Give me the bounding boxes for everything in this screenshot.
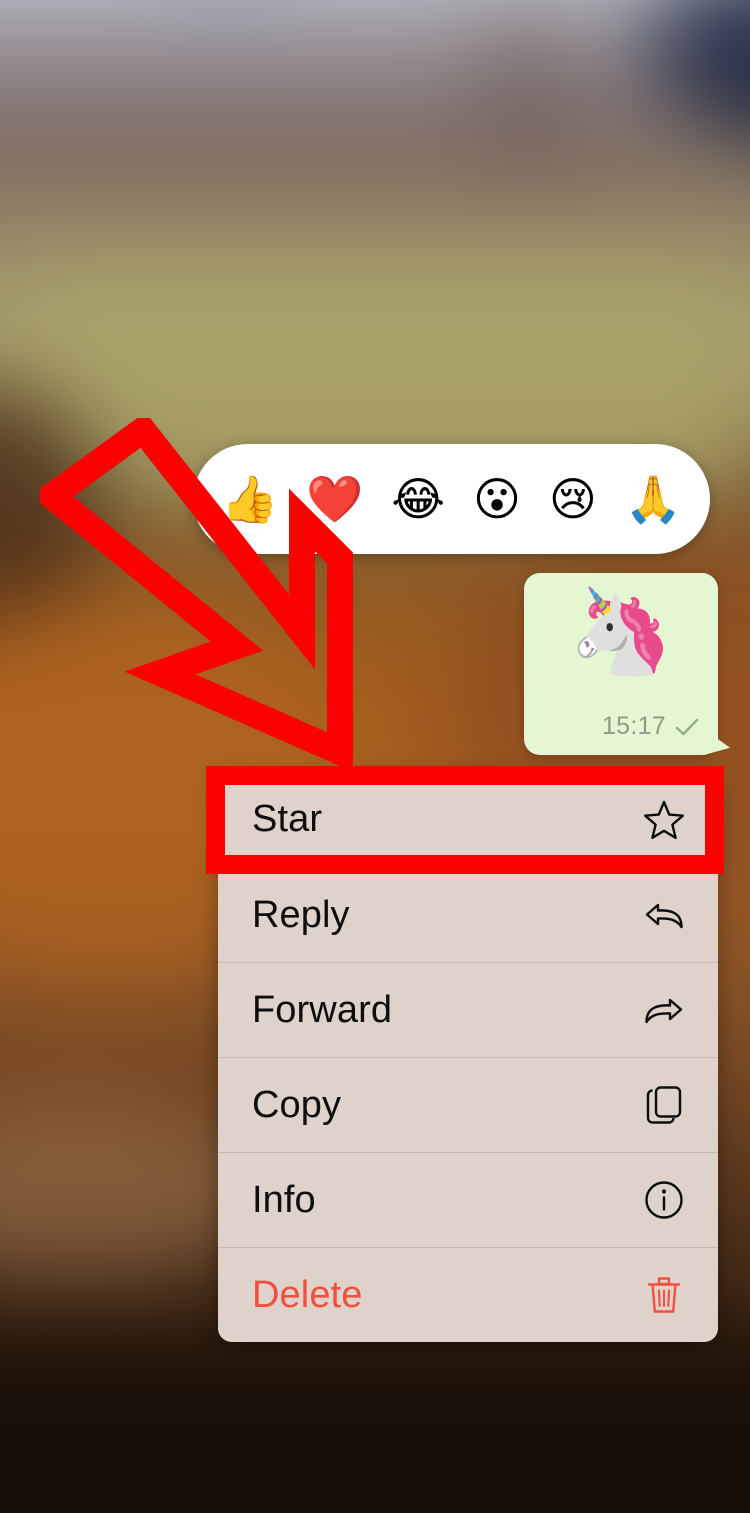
crying-reaction[interactable]: 😢	[549, 476, 597, 522]
menu-item-forward-label: Forward	[252, 988, 393, 1031]
thumbs-up-reaction[interactable]: 👍	[221, 476, 278, 522]
forward-icon	[645, 998, 683, 1024]
message-sent-check-icon	[675, 718, 699, 735]
message-timestamp: 15:17	[601, 712, 666, 740]
menu-item-copy-label: Copy	[252, 1083, 342, 1126]
star-icon	[644, 800, 684, 839]
menu-item-delete[interactable]: Delete	[218, 1247, 718, 1342]
menu-item-star-label: Star	[252, 798, 323, 840]
heart-reaction[interactable]: ❤️	[306, 476, 363, 522]
joy-reaction[interactable]: 😂	[391, 476, 445, 522]
surprised-reaction[interactable]: 😮	[473, 476, 521, 522]
emoji-reaction-bar[interactable]: 👍 ❤️ 😂 😮 😢 🙏	[193, 444, 710, 554]
trash-icon	[647, 1277, 681, 1313]
menu-item-forward[interactable]: Forward	[218, 962, 718, 1057]
menu-item-reply[interactable]: Reply	[218, 867, 718, 962]
reply-icon	[645, 903, 683, 929]
info-icon	[645, 1181, 683, 1219]
message-context-menu[interactable]: Star Reply Forward Copy Info Delete	[218, 772, 718, 1342]
message-meta: 15:17	[602, 712, 700, 741]
menu-item-reply-label: Reply	[252, 893, 350, 936]
menu-item-info-label: Info	[252, 1178, 316, 1221]
menu-item-copy[interactable]: Copy	[218, 1057, 718, 1152]
phone-screenshot: 👍 ❤️ 😂 😮 😢 🙏 🦄 15:17 Star Reply Forward …	[0, 0, 750, 1513]
copy-icon	[646, 1086, 682, 1124]
menu-item-delete-label: Delete	[252, 1273, 363, 1316]
menu-item-info[interactable]: Info	[218, 1152, 718, 1247]
unicorn-emoji: 🦄	[568, 582, 674, 680]
outgoing-message-bubble[interactable]: 🦄 15:17	[524, 573, 718, 755]
pray-reaction[interactable]: 🙏	[625, 476, 682, 522]
menu-item-star[interactable]: Star	[218, 772, 718, 867]
